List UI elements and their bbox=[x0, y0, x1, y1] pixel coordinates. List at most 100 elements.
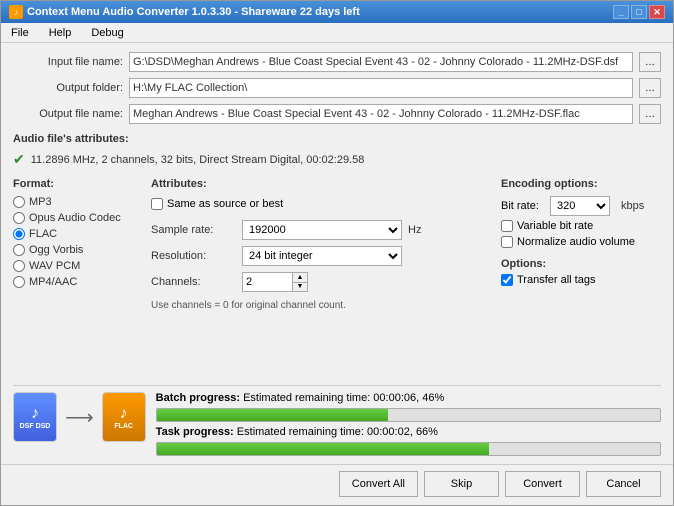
main-area: Format: MP3 Opus Audio Codec FLAC Ogg Vo… bbox=[13, 178, 661, 375]
window-title: Context Menu Audio Converter 1.0.3.30 - … bbox=[27, 6, 360, 18]
output-file-browse[interactable]: … bbox=[639, 104, 661, 124]
normalize-row[interactable]: Normalize audio volume bbox=[501, 236, 661, 248]
task-progress-bar-fill bbox=[157, 443, 489, 455]
skip-button[interactable]: Skip bbox=[424, 471, 499, 497]
channels-down-button[interactable]: ▼ bbox=[293, 283, 307, 292]
format-ogg[interactable]: Ogg Vorbis bbox=[13, 244, 143, 256]
attributes-title: Attributes: bbox=[151, 178, 493, 190]
task-progress-label: Task progress: Estimated remaining time:… bbox=[156, 426, 661, 438]
button-bar: Convert All Skip Convert Cancel bbox=[1, 464, 673, 505]
menu-help[interactable]: Help bbox=[43, 25, 78, 41]
title-controls: _ □ ✕ bbox=[613, 5, 665, 19]
output-folder-label: Output folder: bbox=[13, 82, 123, 94]
bitrate-label: Bit rate: bbox=[501, 200, 539, 212]
format-wav[interactable]: WAV PCM bbox=[13, 260, 143, 272]
input-file-row: Input file name: … bbox=[13, 51, 661, 73]
resolution-select[interactable]: 16 bit integer 24 bit integer 32 bit flo… bbox=[242, 246, 402, 266]
input-file-field[interactable] bbox=[129, 52, 633, 72]
channels-arrows: ▲ ▼ bbox=[292, 272, 308, 292]
convert-all-button[interactable]: Convert All bbox=[339, 471, 418, 497]
resolution-label: Resolution: bbox=[151, 250, 236, 262]
format-flac[interactable]: FLAC bbox=[13, 228, 143, 240]
format-opus[interactable]: Opus Audio Codec bbox=[13, 212, 143, 224]
sample-rate-label: Sample rate: bbox=[151, 224, 236, 236]
input-file-label: Input file name: bbox=[13, 56, 123, 68]
bitrate-select[interactable]: 128 192 256 320 bbox=[550, 196, 610, 216]
format-mp4-radio[interactable] bbox=[13, 276, 25, 288]
transfer-tags-checkbox[interactable] bbox=[501, 274, 513, 286]
task-label-bold: Task progress: bbox=[156, 426, 234, 438]
title-bar: ♪ Context Menu Audio Converter 1.0.3.30 … bbox=[1, 1, 673, 23]
output-file-row: Output file name: … bbox=[13, 103, 661, 125]
variable-bitrate-row[interactable]: Variable bit rate bbox=[501, 220, 661, 232]
output-file-field[interactable] bbox=[129, 104, 633, 124]
menu-file[interactable]: File bbox=[5, 25, 35, 41]
bottom-section: ♪ DSF DSD ⟶ ♪ FLAC Batch progress: Estim… bbox=[13, 385, 661, 456]
normalize-checkbox[interactable] bbox=[501, 236, 513, 248]
transfer-tags-label: Transfer all tags bbox=[517, 274, 595, 286]
audio-attributes-title: Audio file's attributes: bbox=[13, 133, 661, 145]
encoding-title: Encoding options: bbox=[501, 178, 661, 190]
batch-progress-bar-fill bbox=[157, 409, 389, 421]
batch-label-bold: Batch progress: bbox=[156, 392, 240, 404]
minimize-button[interactable]: _ bbox=[613, 5, 629, 19]
options-title: Options: bbox=[501, 258, 661, 270]
options-section: Options: Transfer all tags bbox=[501, 258, 661, 286]
variable-bitrate-label: Variable bit rate bbox=[517, 220, 593, 232]
convert-button[interactable]: Convert bbox=[505, 471, 580, 497]
format-panel: Format: MP3 Opus Audio Codec FLAC Ogg Vo… bbox=[13, 178, 143, 375]
flac-icon-inner: ♪ FLAC bbox=[103, 393, 145, 441]
transfer-tags-row[interactable]: Transfer all tags bbox=[501, 274, 661, 286]
dsf-file-icon: ♪ DSF DSD bbox=[13, 392, 57, 442]
convert-arrow-icon: ⟶ bbox=[65, 405, 94, 430]
variable-bitrate-checkbox[interactable] bbox=[501, 220, 513, 232]
audio-info-row: ✔ 11.2896 MHz, 2 channels, 32 bits, Dire… bbox=[13, 149, 661, 170]
checkmark-icon: ✔ bbox=[13, 151, 25, 168]
bitrate-row: Bit rate: 128 192 256 320 kbps bbox=[501, 196, 661, 216]
converter-visual: ♪ DSF DSD ⟶ ♪ FLAC bbox=[13, 392, 146, 442]
format-mp3-radio[interactable] bbox=[13, 196, 25, 208]
input-file-browse[interactable]: … bbox=[639, 52, 661, 72]
format-title: Format: bbox=[13, 178, 143, 190]
format-mp3-label: MP3 bbox=[29, 196, 52, 208]
format-mp3[interactable]: MP3 bbox=[13, 196, 143, 208]
format-wav-radio[interactable] bbox=[13, 260, 25, 272]
channels-row: Channels: ▲ ▼ bbox=[151, 272, 493, 292]
main-window: ♪ Context Menu Audio Converter 1.0.3.30 … bbox=[0, 0, 674, 506]
audio-info-text: 11.2896 MHz, 2 channels, 32 bits, Direct… bbox=[31, 154, 365, 166]
channels-note: Use channels = 0 for original channel co… bbox=[151, 300, 493, 311]
dsf-music-symbol: ♪ bbox=[31, 405, 39, 423]
format-ogg-label: Ogg Vorbis bbox=[29, 244, 83, 256]
output-folder-browse[interactable]: … bbox=[639, 78, 661, 98]
cancel-button[interactable]: Cancel bbox=[586, 471, 661, 497]
maximize-button[interactable]: □ bbox=[631, 5, 647, 19]
menu-debug[interactable]: Debug bbox=[85, 25, 129, 41]
close-button[interactable]: ✕ bbox=[649, 5, 665, 19]
content-area: Input file name: … Output folder: … Outp… bbox=[1, 43, 673, 464]
format-mp4[interactable]: MP4/AAC bbox=[13, 276, 143, 288]
output-folder-field[interactable] bbox=[129, 78, 633, 98]
output-file-label: Output file name: bbox=[13, 108, 123, 120]
kbps-unit-label: kbps bbox=[621, 200, 644, 212]
batch-progress-label: Batch progress: Estimated remaining time… bbox=[156, 392, 661, 404]
encoding-panel: Encoding options: Bit rate: 128 192 256 … bbox=[501, 178, 661, 375]
format-wav-label: WAV PCM bbox=[29, 260, 80, 272]
channels-spinbox: ▲ ▼ bbox=[242, 272, 308, 292]
hz-unit-label: Hz bbox=[408, 224, 421, 236]
flac-file-icon: ♪ FLAC bbox=[102, 392, 146, 442]
format-opus-label: Opus Audio Codec bbox=[29, 212, 121, 224]
same-source-checkbox[interactable] bbox=[151, 198, 163, 210]
channels-up-button[interactable]: ▲ bbox=[293, 273, 307, 283]
format-mp4-label: MP4/AAC bbox=[29, 276, 77, 288]
progress-area: Batch progress: Estimated remaining time… bbox=[156, 392, 661, 456]
app-icon: ♪ bbox=[9, 5, 23, 19]
format-flac-radio[interactable] bbox=[13, 228, 25, 240]
sample-rate-select[interactable]: 192000 96000 48000 44100 bbox=[242, 220, 402, 240]
batch-progress-bar-bg bbox=[156, 408, 661, 422]
format-ogg-radio[interactable] bbox=[13, 244, 25, 256]
format-opus-radio[interactable] bbox=[13, 212, 25, 224]
attributes-panel: Attributes: Same as source or best Sampl… bbox=[151, 178, 493, 375]
menu-bar: File Help Debug bbox=[1, 23, 673, 43]
dsf-label: DSF DSD bbox=[20, 423, 51, 430]
channels-input[interactable] bbox=[242, 272, 292, 292]
